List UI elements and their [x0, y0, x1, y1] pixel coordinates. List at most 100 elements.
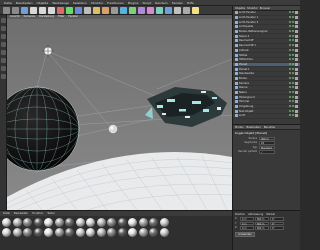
scene-icon[interactable]	[174, 6, 181, 14]
editor-visibility-dot[interactable]	[289, 20, 291, 23]
render-visibility-dot[interactable]	[292, 58, 294, 61]
material-menu-item[interactable]: Textur	[47, 211, 55, 216]
editor-visibility-dot[interactable]	[289, 44, 291, 47]
object-manager-tab[interactable]: Struktur	[247, 6, 258, 10]
redo-icon[interactable]	[12, 6, 19, 14]
render-visibility-dot[interactable]	[292, 30, 294, 33]
material-preview-ball[interactable]	[12, 218, 22, 227]
render-visibility-dot[interactable]	[292, 25, 294, 28]
nurbs-icon[interactable]	[156, 6, 163, 14]
render-visibility-dot[interactable]	[292, 86, 294, 89]
material-preview-ball[interactable]	[149, 228, 158, 237]
render-visibility-dot[interactable]	[292, 53, 294, 56]
material-preview-ball[interactable]	[23, 218, 32, 227]
array-icon[interactable]	[147, 6, 154, 14]
visibility-dots[interactable]	[289, 44, 300, 48]
editor-visibility-dot[interactable]	[289, 48, 291, 51]
visibility-dots[interactable]	[289, 105, 300, 109]
attribute-value-input[interactable]: Standard	[259, 145, 275, 149]
material-preview-ball[interactable]	[138, 218, 148, 227]
material-menu-item[interactable]: Funktion	[32, 211, 43, 216]
scale-icon[interactable]	[39, 6, 46, 14]
axis-mode-icon[interactable]	[0, 66, 6, 71]
visibility-dots[interactable]	[289, 86, 300, 90]
3d-viewport[interactable]: Ansicht Kameras Darstellung Filter Fenster	[7, 15, 232, 210]
visibility-dots[interactable]	[289, 58, 300, 62]
visibility-dots[interactable]	[289, 100, 300, 104]
light-icon[interactable]	[192, 6, 199, 14]
render-visibility-dot[interactable]	[292, 39, 294, 42]
visibility-dots[interactable]	[289, 20, 300, 24]
material-preview-ball[interactable]	[2, 218, 11, 227]
render-visibility-dot[interactable]	[292, 114, 294, 117]
visibility-dots[interactable]	[289, 95, 300, 99]
editor-visibility-dot[interactable]	[289, 105, 291, 108]
material-preview-ball[interactable]	[44, 218, 53, 227]
attribute-tab[interactable]: Modus	[235, 125, 243, 129]
visibility-dots[interactable]	[289, 11, 300, 15]
menu-item[interactable]: Plugins	[128, 1, 139, 5]
menu-item[interactable]: Objekte	[37, 1, 49, 5]
render-visibility-dot[interactable]	[292, 95, 294, 98]
edges-mode-icon[interactable]	[0, 50, 6, 55]
subdivision-icon[interactable]	[138, 6, 145, 14]
menu-item[interactable]: Skript	[142, 1, 151, 5]
material-preview-ball[interactable]	[96, 218, 106, 227]
visibility-dots[interactable]	[289, 39, 300, 43]
viewport-scene[interactable]	[7, 19, 232, 210]
editor-visibility-dot[interactable]	[289, 76, 291, 79]
menu-item[interactable]: Datei	[4, 1, 12, 5]
material-preview-ball[interactable]	[107, 228, 116, 237]
undo-icon[interactable]	[3, 6, 10, 14]
visibility-dots[interactable]	[289, 109, 300, 113]
size-input[interactable]: 800 m	[255, 217, 269, 221]
editor-visibility-dot[interactable]	[289, 81, 291, 84]
visibility-dots[interactable]	[289, 48, 300, 52]
render-visibility-dot[interactable]	[292, 72, 294, 75]
editor-visibility-dot[interactable]	[289, 91, 291, 94]
editor-visibility-dot[interactable]	[289, 95, 291, 98]
position-input[interactable]: 0 m	[240, 221, 254, 225]
visibility-dots[interactable]	[289, 114, 300, 118]
visibility-dots[interactable]	[289, 30, 300, 34]
material-menu-item[interactable]: Bearbeiten	[14, 211, 28, 216]
object-row[interactable]: Licht	[233, 114, 300, 119]
z-axis-icon[interactable]	[75, 6, 82, 14]
visibility-dots[interactable]	[289, 81, 300, 85]
coord-system-icon[interactable]	[84, 6, 91, 14]
material-preview-ball[interactable]	[159, 228, 169, 237]
editor-visibility-dot[interactable]	[289, 11, 291, 14]
size-input[interactable]: 800 m	[255, 226, 269, 230]
editor-visibility-dot[interactable]	[289, 34, 291, 37]
render-visibility-dot[interactable]	[292, 20, 294, 23]
attribute-tab[interactable]: Benutzer	[264, 125, 276, 129]
material-preview-ball[interactable]	[33, 228, 43, 237]
render-picture-viewer-icon[interactable]	[102, 6, 109, 14]
material-preview-ball[interactable]	[128, 218, 137, 227]
material-preview-ball[interactable]	[149, 218, 158, 227]
material-preview-ball[interactable]	[117, 218, 127, 227]
apply-button[interactable]: Anwenden	[235, 231, 255, 237]
material-preview-ball[interactable]	[44, 228, 53, 237]
object-manager-tab[interactable]: Browser	[260, 6, 271, 10]
pen-icon[interactable]	[129, 6, 136, 14]
visibility-dots[interactable]	[289, 67, 300, 71]
editor-visibility-dot[interactable]	[289, 62, 291, 65]
move-icon[interactable]	[30, 6, 37, 14]
render-visibility-dot[interactable]	[292, 76, 294, 79]
visibility-dots[interactable]	[289, 34, 300, 38]
render-visibility-dot[interactable]	[292, 48, 294, 51]
editor-visibility-dot[interactable]	[289, 25, 291, 28]
render-visibility-dot[interactable]	[292, 44, 294, 47]
rotation-input[interactable]: 0°	[270, 221, 284, 225]
material-preview-ball[interactable]	[54, 218, 64, 227]
live-selection-icon[interactable]	[21, 6, 28, 14]
material-preview-ball[interactable]	[65, 228, 74, 237]
x-axis-icon[interactable]	[57, 6, 64, 14]
material-preview-ball[interactable]	[12, 228, 22, 237]
texture-mode-icon[interactable]	[0, 34, 6, 39]
material-preview-ball[interactable]	[86, 228, 95, 237]
attribute-value-input[interactable]: 400 m	[259, 136, 275, 140]
material-preview-ball[interactable]	[159, 218, 169, 227]
size-input[interactable]: 800 m	[255, 221, 269, 225]
